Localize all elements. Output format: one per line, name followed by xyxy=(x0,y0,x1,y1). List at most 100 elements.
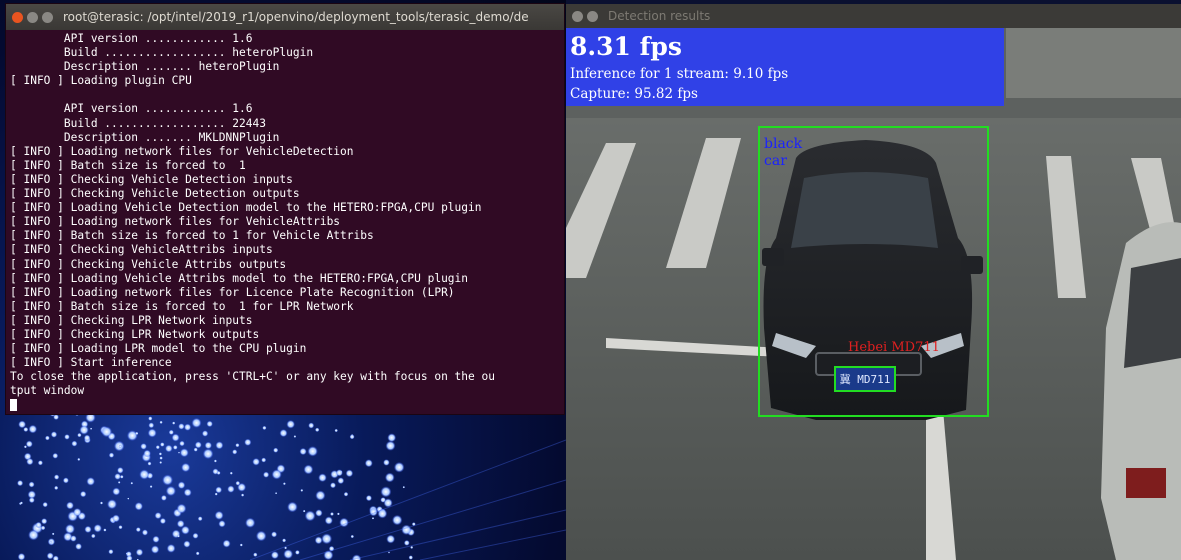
wallpaper-dot xyxy=(287,501,298,513)
terminal-line: [ INFO ] Loading plugin CPU xyxy=(10,74,192,88)
maximize-icon[interactable] xyxy=(42,11,53,23)
wallpaper-dot xyxy=(193,447,198,452)
wallpaper-dot xyxy=(330,482,336,489)
wallpaper-dot xyxy=(53,474,60,480)
wallpaper-dot xyxy=(350,534,354,539)
wallpaper-dot xyxy=(172,445,178,450)
terminal-line: Build .................. 22443 xyxy=(10,116,266,130)
wallpaper-dot xyxy=(215,441,224,450)
terminal-line: Description ....... MKLDNNPlugin xyxy=(10,130,280,144)
inference-fps: Inference for 1 stream: 9.10 fps xyxy=(570,66,789,82)
wallpaper-dot xyxy=(73,508,82,517)
wallpaper-dot xyxy=(108,452,115,458)
wallpaper-dot xyxy=(393,462,405,473)
detection-titlebar[interactable]: Detection results xyxy=(566,4,1181,28)
wallpaper-dot xyxy=(126,430,138,441)
wallpaper-dot xyxy=(159,461,163,464)
wallpaper-dot xyxy=(365,495,372,502)
wallpaper-dot xyxy=(337,512,340,516)
wallpaper-dot xyxy=(334,428,338,433)
wallpaper-dot xyxy=(337,477,345,485)
wallpaper-dot xyxy=(26,458,34,466)
wallpaper-dot xyxy=(271,531,278,538)
vehicle-attribute-label: black car xyxy=(764,136,803,169)
terminal-line: [ INFO ] Checking LPR Network outputs xyxy=(10,327,260,341)
wallpaper-dot xyxy=(181,525,190,535)
wallpaper-dot xyxy=(222,539,231,548)
terminal-line: API version ............ 1.6 xyxy=(10,32,253,45)
wallpaper-dot xyxy=(41,518,48,525)
wallpaper-dot xyxy=(192,532,199,539)
wallpaper-dot xyxy=(83,434,91,442)
terminal-line: [ INFO ] Checking Vehicle Detection outp… xyxy=(10,187,300,201)
wallpaper-dot xyxy=(201,430,209,437)
wallpaper-dot xyxy=(28,481,35,488)
wallpaper-dot xyxy=(387,433,397,443)
wallpaper-dot xyxy=(77,432,82,438)
wallpaper-dot xyxy=(51,532,55,536)
wallpaper-dot xyxy=(28,424,38,434)
wallpaper-dot xyxy=(150,545,160,554)
terminal-output[interactable]: API version ............ 1.6 Build .....… xyxy=(6,30,564,414)
wallpaper-dot xyxy=(84,525,92,533)
wallpaper-dot xyxy=(263,471,270,478)
wallpaper-dot xyxy=(17,480,24,487)
wallpaper-dot xyxy=(49,540,53,544)
wallpaper-dot xyxy=(52,452,59,459)
minimize-icon[interactable] xyxy=(27,11,38,23)
terminal-line: [ INFO ] Checking LPR Network inputs xyxy=(10,313,253,327)
wallpaper-dot xyxy=(232,449,238,455)
wallpaper-dot xyxy=(179,448,189,458)
wallpaper-dot xyxy=(101,426,113,438)
terminal-line: Description ....... heteroPlugin xyxy=(10,60,280,74)
wallpaper-dot xyxy=(244,438,252,446)
wallpaper-dot xyxy=(93,524,102,533)
wallpaper-dot xyxy=(239,543,243,547)
capture-fps: Capture: 95.82 fps xyxy=(570,86,698,102)
wallpaper-dot xyxy=(80,490,87,498)
wallpaper-dot xyxy=(204,441,212,450)
wallpaper-dot xyxy=(100,501,103,505)
wallpaper-dot xyxy=(253,552,258,557)
minimize-icon[interactable] xyxy=(587,10,598,22)
wallpaper-dot xyxy=(181,462,191,473)
detection-results-window[interactable]: Detection results 8.31 fps Inference for… xyxy=(566,4,1181,560)
wallpaper-dot xyxy=(37,460,44,466)
wallpaper-dot xyxy=(206,420,213,428)
wallpaper-dot xyxy=(127,497,130,500)
wallpaper-dot xyxy=(321,533,333,545)
terminal-line: [ INFO ] Checking Vehicle Detection inpu… xyxy=(10,172,293,186)
wallpaper-dot xyxy=(162,474,174,486)
wallpaper-dot xyxy=(171,433,180,442)
wallpaper-dot xyxy=(20,501,23,505)
wallpaper-dot xyxy=(345,469,354,478)
wallpaper-dot xyxy=(118,525,123,530)
close-icon[interactable] xyxy=(12,11,23,23)
wallpaper-dot xyxy=(179,440,185,447)
terminal-titlebar[interactable]: root@terasic: /opt/intel/2019_r1/openvin… xyxy=(6,4,564,30)
terminal-line: [ INFO ] Loading network files for Vehic… xyxy=(10,144,354,158)
wallpaper-dot xyxy=(134,502,143,511)
wallpaper-dot xyxy=(45,435,50,441)
wallpaper-dot xyxy=(293,435,297,438)
wallpaper-dot xyxy=(159,517,166,525)
terminal-line: API version ............ 1.6 xyxy=(10,102,253,116)
wallpaper-dot xyxy=(197,516,203,522)
plate-recognition-text: Hebei MD711 xyxy=(848,340,940,355)
wallpaper-dot xyxy=(252,458,260,466)
wallpaper-dot xyxy=(279,429,288,438)
terminal-cursor xyxy=(10,399,17,412)
wallpaper-dot xyxy=(79,425,89,435)
wallpaper-dot xyxy=(159,456,163,460)
wallpaper-dot xyxy=(283,549,294,559)
wallpaper-dot xyxy=(401,524,412,535)
wallpaper-dot xyxy=(315,427,320,432)
wallpaper-dot xyxy=(141,529,149,536)
close-icon[interactable] xyxy=(572,10,583,22)
terminal-window[interactable]: root@terasic: /opt/intel/2019_r1/openvin… xyxy=(6,4,564,414)
wallpaper-dot xyxy=(147,461,152,466)
wallpaper-dot xyxy=(27,490,36,499)
fps-value: 8.31 fps xyxy=(570,32,682,61)
wallpaper-dot xyxy=(42,501,48,508)
